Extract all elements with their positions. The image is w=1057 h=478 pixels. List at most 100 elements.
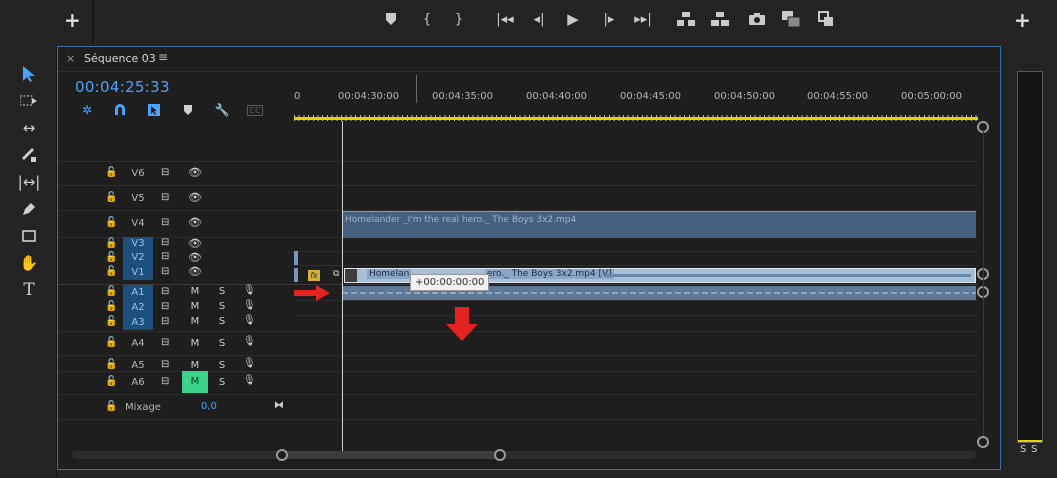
track-header-a6[interactable]: 🔓 A6 ⊟ M S 🎙: [58, 371, 294, 393]
meter-solo-left[interactable]: S: [1020, 444, 1026, 455]
sync-lock-icon[interactable]: ⊟: [161, 301, 169, 312]
track-header-a1[interactable]: 🔓 A1 ⊟ M S 🎙: [58, 285, 294, 300]
wrench-icon[interactable]: 🔧: [213, 102, 231, 118]
sync-lock-icon[interactable]: ⊟: [161, 266, 169, 277]
lock-icon[interactable]: 🔓: [105, 401, 117, 412]
microphone-icon[interactable]: 🎙: [243, 375, 256, 386]
vertical-scroll-knob-bottom[interactable]: [977, 436, 989, 448]
mute-button[interactable]: M: [182, 338, 208, 349]
hand-tool-icon[interactable]: ✋: [17, 252, 41, 274]
lock-icon[interactable]: 🔓: [105, 359, 117, 370]
extract-icon[interactable]: [710, 9, 730, 29]
lock-icon[interactable]: 🔓: [105, 301, 117, 312]
multicam-icon[interactable]: [781, 9, 801, 29]
vertical-scrollbar-track[interactable]: [983, 131, 984, 436]
clip-edge-v1[interactable]: [294, 268, 298, 282]
lock-icon[interactable]: 🔓: [105, 238, 117, 249]
sync-lock-icon[interactable]: ⊟: [161, 286, 169, 297]
time-ruler[interactable]: 0 00:04:30:00 00:04:35:00 00:04:40:00 00…: [294, 75, 978, 121]
marker-icon[interactable]: [381, 9, 401, 29]
track-header-v3[interactable]: 🔓 V3 ⊟ 👁: [58, 237, 294, 251]
eye-icon[interactable]: 👁: [188, 191, 202, 204]
vr-video-icon[interactable]: [816, 9, 836, 29]
work-area-bar[interactable]: [294, 117, 978, 120]
track-target-v3[interactable]: V3: [123, 237, 153, 251]
close-icon[interactable]: ×: [66, 52, 75, 65]
solo-button[interactable]: S: [209, 301, 235, 312]
track-target-v1[interactable]: V1: [123, 265, 153, 280]
track-target-a3[interactable]: A3: [123, 315, 153, 330]
track-target-a1[interactable]: A1: [123, 285, 153, 300]
solo-button[interactable]: S: [209, 360, 235, 371]
sync-lock-icon[interactable]: ⊟: [161, 337, 169, 348]
lock-icon[interactable]: 🔓: [105, 192, 117, 203]
step-forward-icon[interactable]: |▸: [599, 9, 619, 29]
eye-icon[interactable]: 👁: [188, 237, 202, 250]
razor-tool-icon[interactable]: [17, 144, 41, 166]
sync-lock-icon[interactable]: ⊟: [161, 237, 169, 248]
track-target-v2[interactable]: V2: [123, 251, 153, 265]
play-icon[interactable]: ▶: [563, 9, 583, 29]
panel-menu-icon[interactable]: ≡: [158, 50, 168, 64]
playhead-timecode[interactable]: 00:04:25:33: [75, 78, 170, 96]
sync-lock-icon[interactable]: ⊟: [161, 316, 169, 327]
mute-button[interactable]: M: [182, 316, 208, 327]
camera-icon[interactable]: [747, 9, 767, 29]
lock-icon[interactable]: 🔓: [105, 376, 117, 387]
eye-icon[interactable]: 👁: [188, 265, 202, 278]
track-header-a2[interactable]: 🔓 A2 ⊟ M S 🎙: [58, 300, 294, 315]
playhead-line[interactable]: [342, 121, 343, 451]
pen-tool-icon[interactable]: [17, 198, 41, 220]
clip-v4[interactable]: Homelander _I'm the real hero._ The Boys…: [342, 211, 976, 238]
sequence-title[interactable]: Séquence 03: [84, 52, 156, 65]
nest-icon[interactable]: ✲: [78, 102, 96, 118]
track-header-v5[interactable]: 🔓 V5 ⊟ 👁: [58, 190, 294, 210]
sync-lock-icon[interactable]: ⊟: [161, 192, 169, 203]
mix-go-to-end-icon[interactable]: ⧓: [274, 400, 284, 411]
track-header-v2[interactable]: 🔓 V2 ⊟ 👁: [58, 251, 294, 265]
microphone-icon[interactable]: 🎙: [243, 358, 256, 369]
solo-button[interactable]: S: [209, 377, 235, 388]
add-marker-icon[interactable]: [179, 102, 197, 118]
lock-icon[interactable]: 🔓: [105, 167, 117, 178]
track-header-v1[interactable]: 🔓 V1 ⊟ 👁: [58, 265, 294, 280]
lock-icon[interactable]: 🔓: [105, 266, 117, 277]
sync-lock-icon[interactable]: ⊟: [161, 251, 169, 262]
rectangle-tool-icon[interactable]: [17, 225, 41, 247]
captions-icon[interactable]: CC: [247, 105, 263, 116]
lock-icon[interactable]: 🔓: [105, 286, 117, 297]
mute-button[interactable]: M: [182, 301, 208, 312]
horizontal-scroll-knob-right[interactable]: [494, 449, 506, 461]
track-target-a2[interactable]: A2: [123, 300, 153, 315]
fx-badge[interactable]: fx: [308, 270, 320, 281]
lock-icon[interactable]: 🔓: [105, 316, 117, 327]
eye-icon[interactable]: 👁: [188, 216, 202, 229]
horizontal-scrollbar-thumb[interactable]: [282, 451, 500, 459]
add-button-left[interactable]: +: [64, 10, 81, 30]
track-area[interactable]: Homelander _I'm the real hero._ The Boys…: [294, 121, 978, 451]
mute-button[interactable]: M: [182, 360, 208, 371]
lock-icon[interactable]: 🔓: [105, 217, 117, 228]
track-header-v4[interactable]: 🔓 V4 ⊟ 👁: [58, 215, 294, 235]
mark-out-icon[interactable]: }: [449, 9, 469, 29]
slip-tool-icon[interactable]: |↔|: [17, 171, 41, 193]
snap-magnet-icon[interactable]: [111, 102, 129, 118]
type-tool-icon[interactable]: T: [17, 279, 41, 301]
lift-icon[interactable]: [676, 9, 696, 29]
selection-tool-icon[interactable]: [17, 63, 41, 85]
sync-lock-icon[interactable]: ⊟: [161, 376, 169, 387]
lock-icon[interactable]: 🔓: [105, 337, 117, 348]
step-back-icon[interactable]: ◂|: [529, 9, 549, 29]
sync-lock-icon[interactable]: ⊟: [161, 167, 169, 178]
track-header-a3[interactable]: 🔓 A3 ⊟ M S 🎙: [58, 315, 294, 330]
meter-solo-right[interactable]: S: [1031, 444, 1037, 455]
solo-button[interactable]: S: [209, 338, 235, 349]
solo-button[interactable]: S: [209, 286, 235, 297]
mix-track-header[interactable]: 🔓 Mixage 0,0 ⧓: [58, 399, 294, 417]
lock-icon[interactable]: 🔓: [105, 252, 117, 263]
microphone-icon[interactable]: 🎙: [243, 315, 256, 326]
mute-button-active[interactable]: M: [182, 371, 208, 393]
horizontal-scroll-knob-left[interactable]: [276, 449, 288, 461]
solo-button[interactable]: S: [209, 316, 235, 327]
sync-lock-icon[interactable]: ⊟: [161, 359, 169, 370]
